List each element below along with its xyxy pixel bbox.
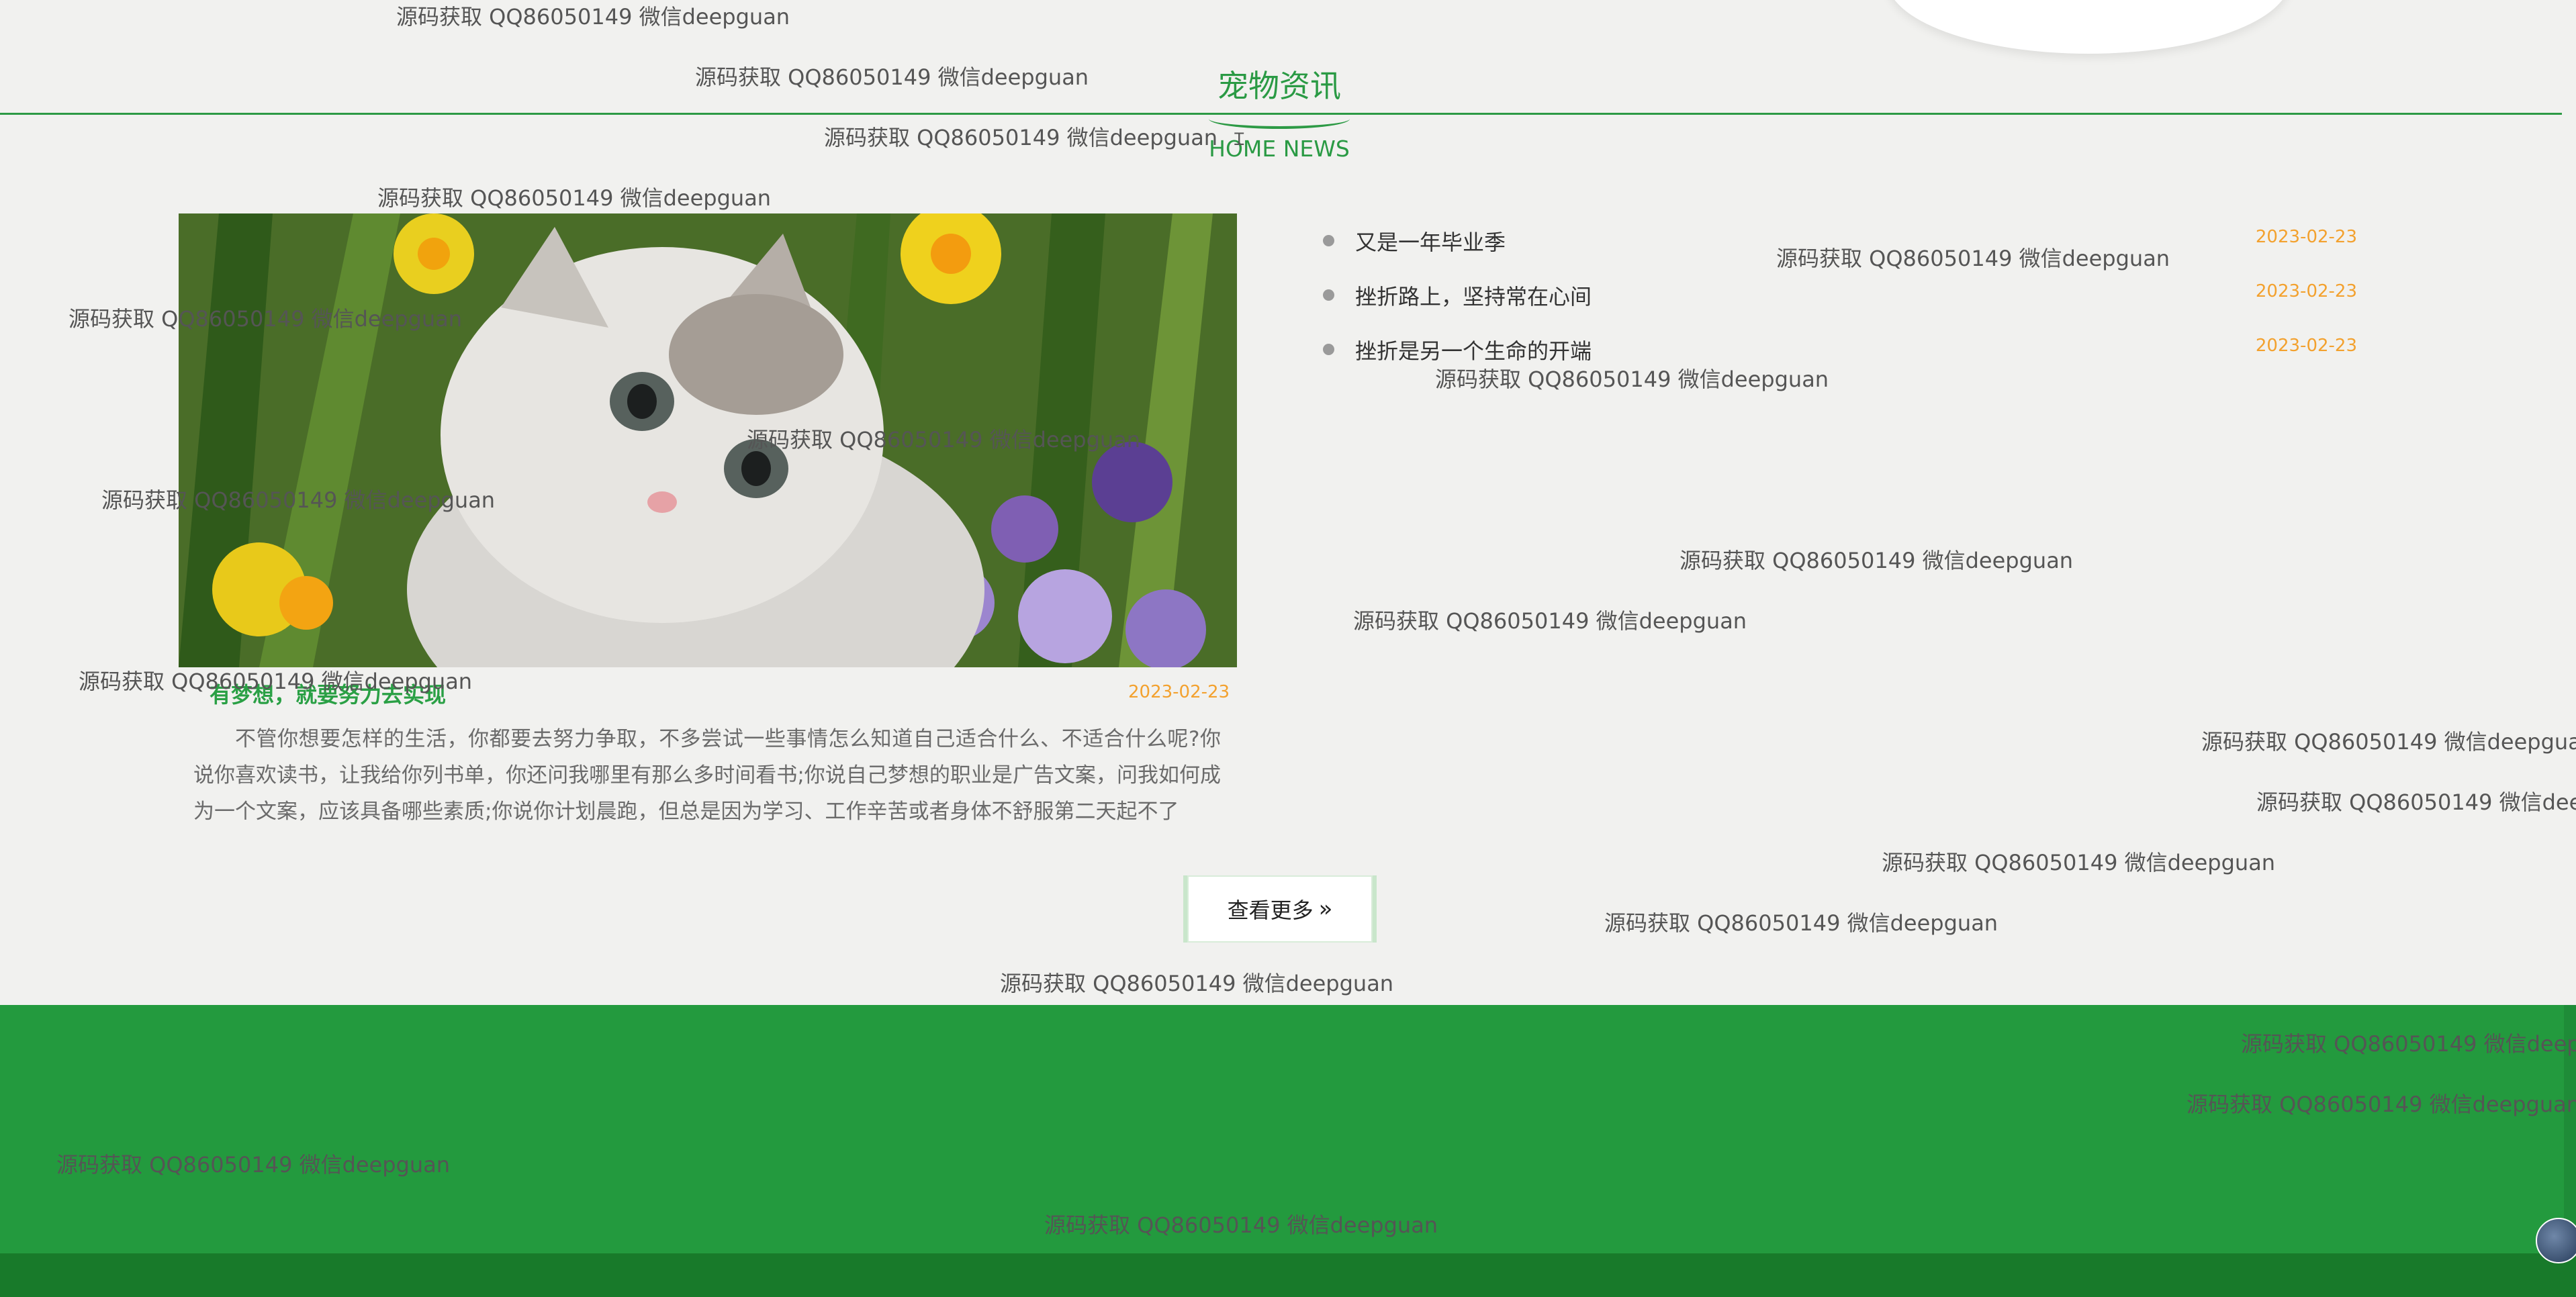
- bullet-icon: [1323, 235, 1334, 246]
- featured-article-excerpt: 不管你想要怎样的生活，你都要去努力争取，不多尝试一些事情怎么知道自己适合什么、不…: [193, 727, 1221, 824]
- watermark-text: 源码获取 QQ86050149 微信deepguan: [1435, 367, 1829, 392]
- footer-bottom-bar: [0, 1253, 2576, 1297]
- watermark-text: 源码获取 QQ86050149 微信deepguan: [2256, 789, 2576, 815]
- watermark-text: 源码获取 QQ86050149 微信deepguan: [56, 1152, 451, 1178]
- news-title[interactable]: 挫折是另一个生命的开端: [1355, 334, 1592, 365]
- bullet-icon: [1323, 344, 1334, 355]
- section-title: 宠物资讯: [1217, 68, 1341, 104]
- chat-avatar-icon[interactable]: [2536, 1218, 2576, 1263]
- watermark-text: 源码获取 QQ86050149 微信deepguan: [824, 125, 1218, 150]
- watermark-text: 源码获取 QQ86050149 微信deepguan: [2187, 1092, 2576, 1117]
- view-more-label: 查看更多: [1227, 898, 1314, 923]
- title-underline-swoosh: [1209, 109, 1350, 129]
- double-chevron-right-icon: »: [1318, 896, 1333, 922]
- watermark-text: 源码获取 QQ86050149 微信deepguan: [396, 4, 790, 30]
- watermark-text: 源码获取 QQ86050149 微信deepguan: [1604, 910, 1998, 936]
- view-more-button[interactable]: 查看更多 »: [1187, 875, 1373, 943]
- watermark-text: 源码获取 QQ86050149 微信deepguan: [2241, 1031, 2576, 1057]
- list-item[interactable]: 挫折路上，坚持常在心间 2023-02-23: [1323, 276, 2357, 330]
- watermark-text: 源码获取 QQ86050149 微信deepguan: [1882, 850, 2276, 875]
- watermark-text: 源码获取 QQ86050149 微信deepguan: [1776, 246, 2170, 271]
- watermark-text: 源码获取 QQ86050149 微信deepguan: [747, 427, 1141, 452]
- news-title[interactable]: 挫折路上，坚持常在心间: [1355, 280, 1592, 311]
- watermark-text: 源码获取 QQ86050149 微信deepguan: [1044, 1212, 1438, 1238]
- featured-article-date: 2023-02-23: [1128, 682, 1230, 702]
- watermark-text: 源码获取 QQ86050149 微信deepguan: [695, 64, 1089, 90]
- watermark-text: 源码获取 QQ86050149 微信deepguan: [1680, 548, 2074, 573]
- watermark-text: 源码获取 QQ86050149 微信deepguan: [1353, 608, 1747, 634]
- header-decoration-circle: [1887, 0, 2290, 54]
- news-date: 2023-02-23: [2255, 227, 2357, 247]
- watermark-text: 源码获取 QQ86050149 微信deepguan: [377, 185, 772, 211]
- watermark-text: 源码获取 QQ86050149 微信deepguan: [79, 669, 473, 694]
- watermark-text: 源码获取 QQ86050149 微信deepguan: [1000, 971, 1394, 996]
- news-date: 2023-02-23: [2255, 281, 2357, 301]
- bullet-icon: [1323, 289, 1334, 301]
- news-date: 2023-02-23: [2255, 336, 2357, 356]
- watermark-text: 源码获取 QQ86050149 微信deepguan: [101, 487, 496, 513]
- watermark-text: 源码获取 QQ86050149 微信deepguan: [68, 306, 463, 332]
- news-title[interactable]: 又是一年毕业季: [1355, 226, 1506, 256]
- text-cursor-icon: Ɪ: [1234, 130, 1244, 150]
- watermark-text: 源码获取 QQ86050149 微信deepguan: [2201, 729, 2576, 755]
